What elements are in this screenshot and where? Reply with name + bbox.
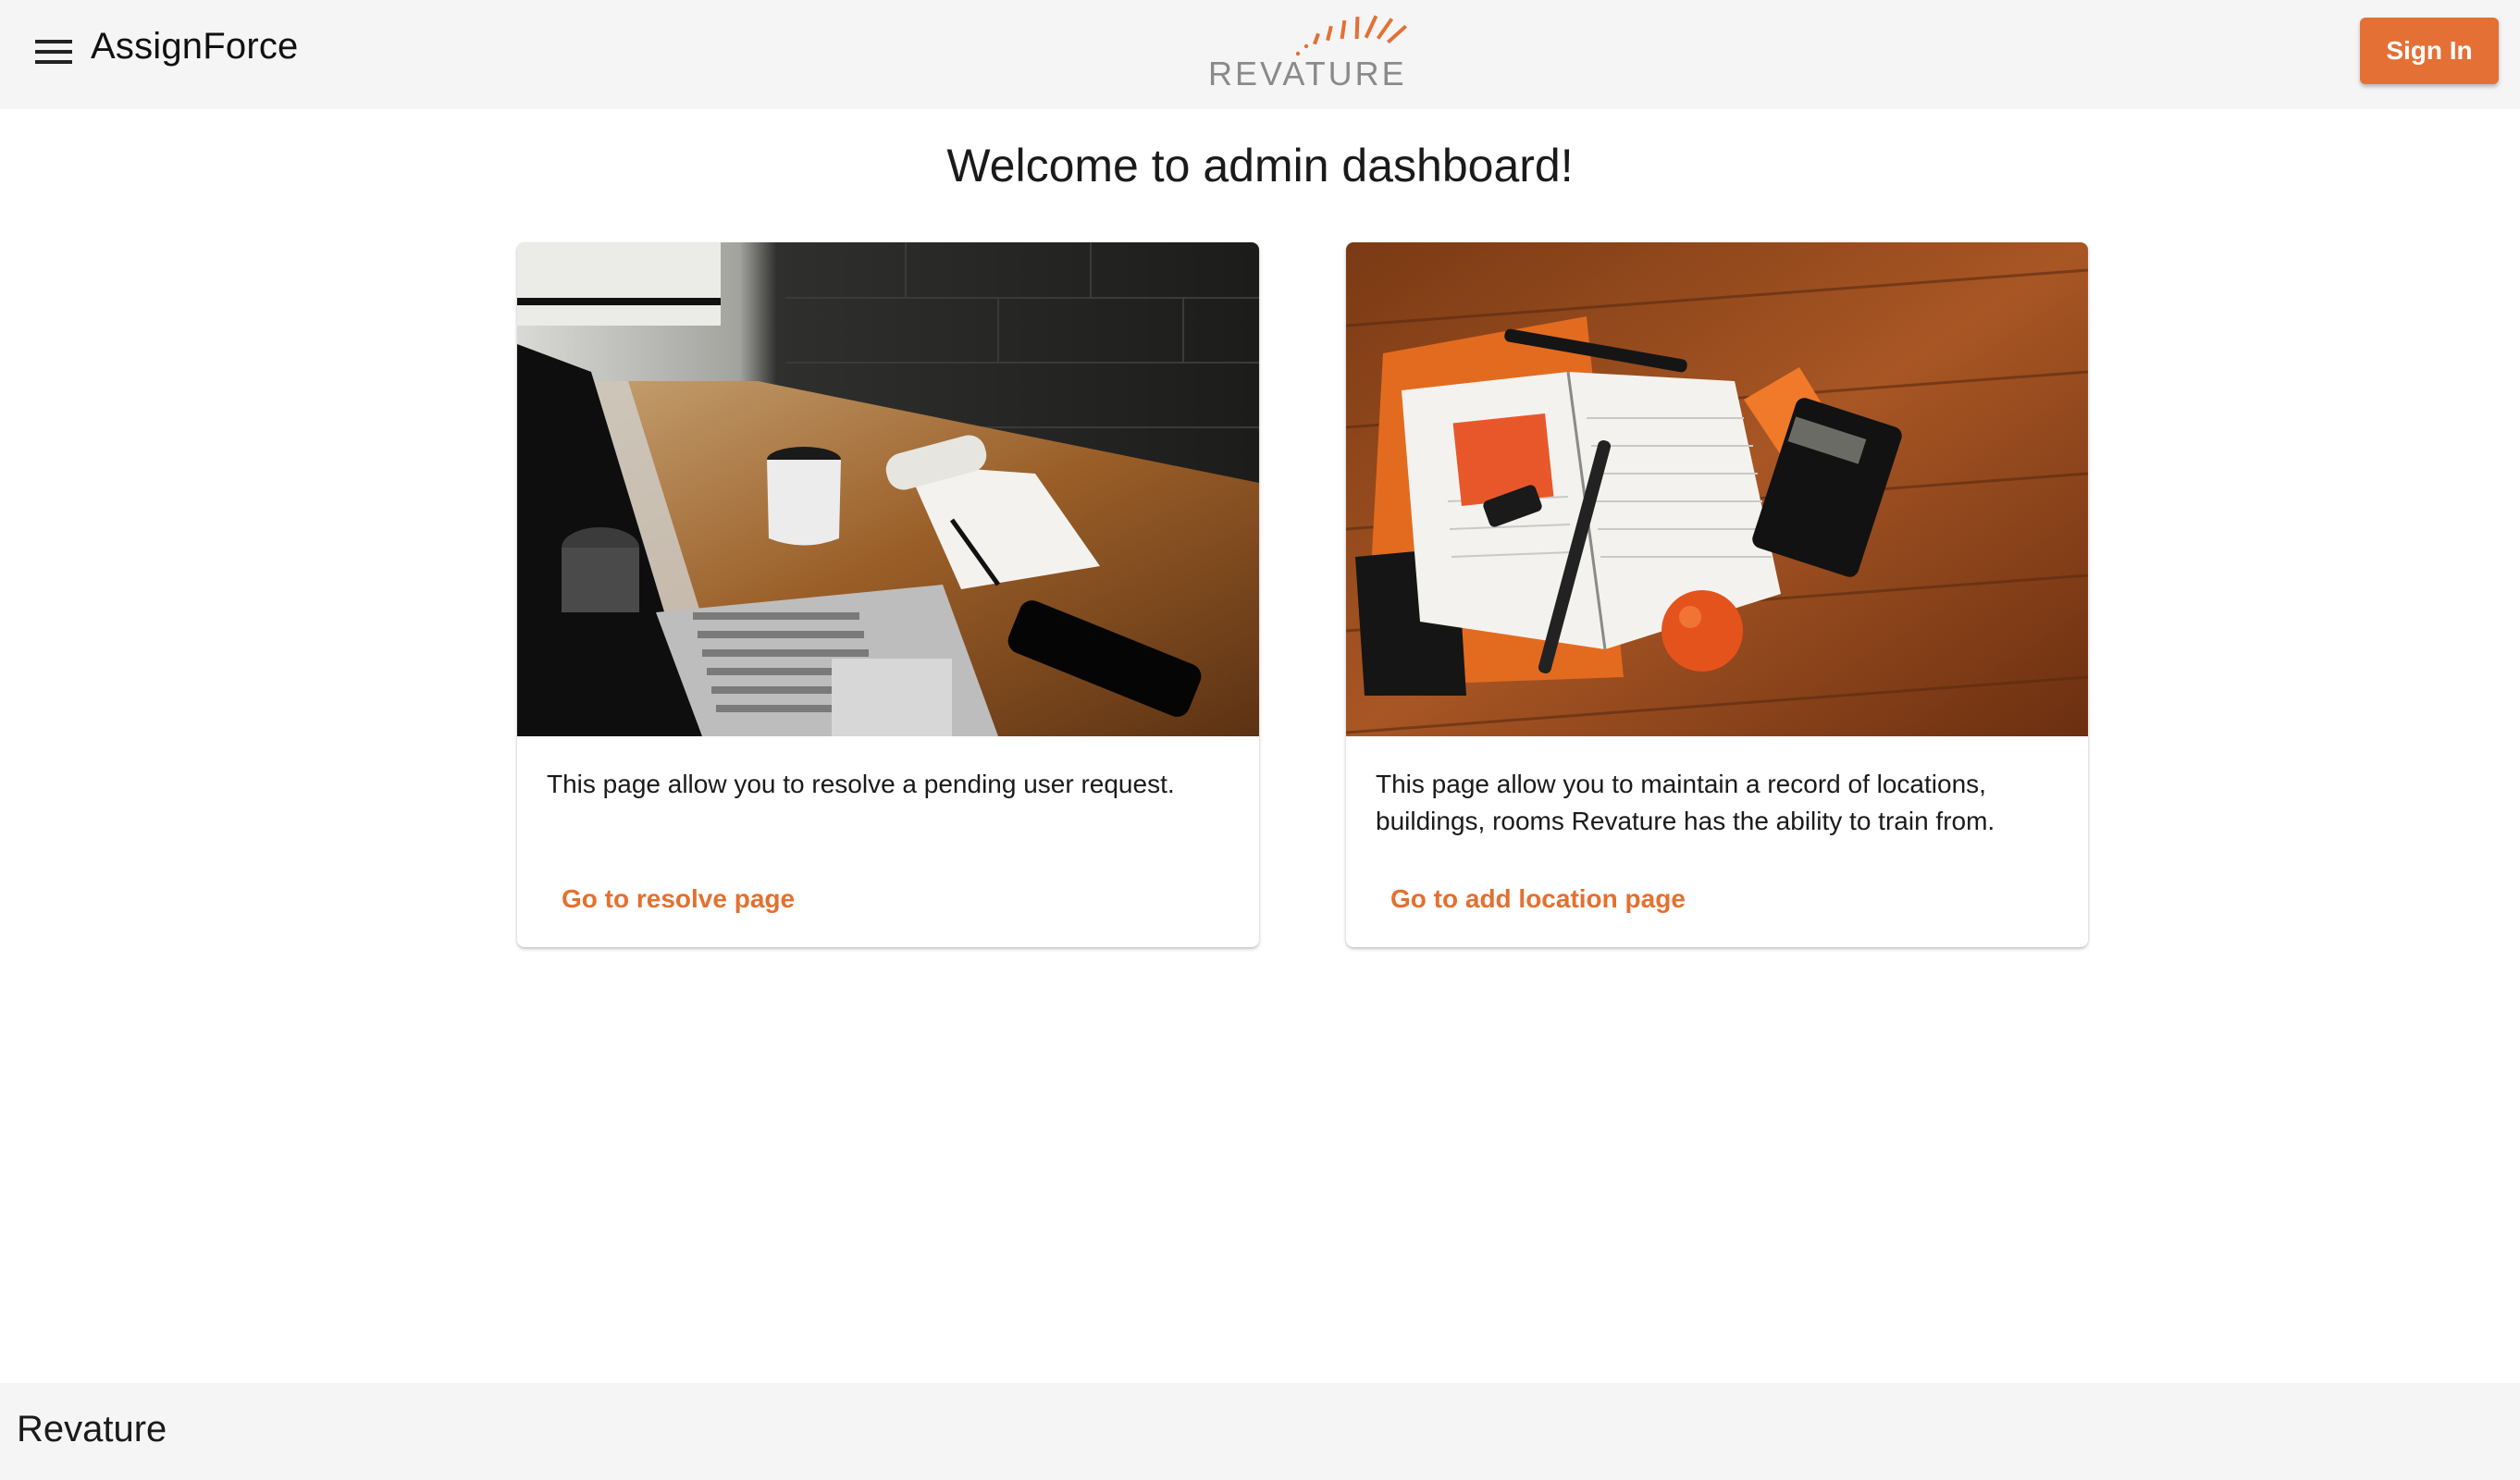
go-to-add-location-link[interactable]: Go to add location page: [1376, 871, 1700, 927]
revature-logo: REVATURE: [1208, 15, 1407, 92]
laptop-coffee-desk-photo: [517, 242, 1259, 736]
card-description: This page allow you to resolve a pending…: [547, 770, 1175, 798]
go-to-resolve-link[interactable]: Go to resolve page: [547, 871, 809, 927]
resolve-request-card: This page allow you to resolve a pending…: [517, 242, 1259, 947]
card-description: This page allow you to maintain a record…: [1376, 770, 1995, 835]
sign-in-button[interactable]: Sign In: [2360, 18, 2499, 84]
footer: Revature: [0, 1383, 2520, 1480]
app-title[interactable]: AssignForce: [91, 26, 299, 68]
hamburger-menu-icon: [35, 40, 72, 64]
page-title: Welcome to admin dashboard!: [946, 140, 1574, 191]
menu-button[interactable]: [24, 22, 83, 81]
planner-calculator-desk-photo: [1346, 242, 2088, 736]
svg-text:REVATURE: REVATURE: [1208, 55, 1407, 92]
add-location-card: This page allow you to maintain a record…: [1346, 242, 2088, 947]
top-toolbar: AssignForce REVATURE Sign In: [0, 0, 2520, 109]
footer-brand: Revature: [17, 1409, 167, 1449]
